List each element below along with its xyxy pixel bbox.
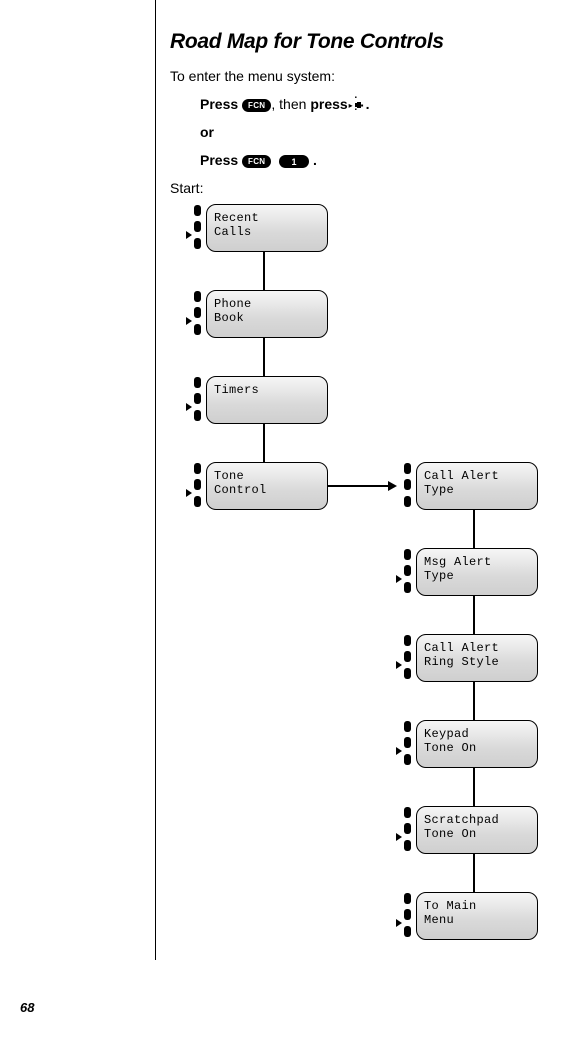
page-title: Road Map for Tone Controls [170, 30, 554, 54]
connector [473, 854, 475, 892]
step1-end: . [366, 96, 370, 112]
step-2: Press FCN 1 . [200, 152, 554, 168]
connector [263, 252, 265, 290]
fcn-key-icon: FCN [242, 99, 271, 112]
menu-marker [400, 462, 414, 510]
menu-diagram: Recent Calls Phone Book Timers Tone Cont… [170, 204, 554, 854]
menu-tone-control: Tone Control [206, 462, 328, 510]
step2-end: . [309, 152, 317, 168]
joystick-icon: ▪▪▸▪ [352, 98, 366, 112]
fcn-key-icon-2: FCN [242, 155, 271, 168]
menu-phone-book: Phone Book [206, 290, 328, 338]
menu-call-alert-type: Call Alert Type [416, 462, 538, 510]
step-or: or [200, 124, 554, 140]
connector [328, 485, 390, 487]
menu-msg-alert-type: Msg Alert Type [416, 548, 538, 596]
menu-timers: Timers [206, 376, 328, 424]
press-label-1: Press [200, 96, 242, 112]
intro-text: To enter the menu system: [170, 68, 554, 84]
menu-marker [400, 634, 414, 682]
page-number: 68 [20, 1000, 34, 1015]
vertical-separator [155, 0, 156, 960]
one-key-icon: 1 [279, 155, 309, 168]
menu-marker [400, 548, 414, 596]
menu-marker [400, 806, 414, 854]
menu-marker [190, 462, 204, 510]
menu-marker [190, 204, 204, 252]
connector [263, 424, 265, 462]
connector [263, 338, 265, 376]
connector [473, 768, 475, 806]
menu-scratchpad-tone: Scratchpad Tone On [416, 806, 538, 854]
menu-recent-calls: Recent Calls [206, 204, 328, 252]
menu-marker [400, 892, 414, 940]
arrow-icon [388, 481, 397, 491]
connector [473, 510, 475, 548]
menu-to-main-menu: To Main Menu [416, 892, 538, 940]
connector [473, 596, 475, 634]
step1-mid: , then [271, 96, 310, 112]
start-label: Start: [170, 180, 554, 196]
press-label-3: Press [200, 152, 242, 168]
menu-call-alert-ring-style: Call Alert Ring Style [416, 634, 538, 682]
connector [473, 682, 475, 720]
menu-keypad-tone: Keypad Tone On [416, 720, 538, 768]
menu-marker [400, 720, 414, 768]
or-label: or [200, 124, 214, 140]
press-label-2: press [310, 96, 351, 112]
step-1: Press FCN, then press ▪▪▸▪. [200, 96, 554, 112]
menu-marker [190, 376, 204, 424]
menu-marker [190, 290, 204, 338]
